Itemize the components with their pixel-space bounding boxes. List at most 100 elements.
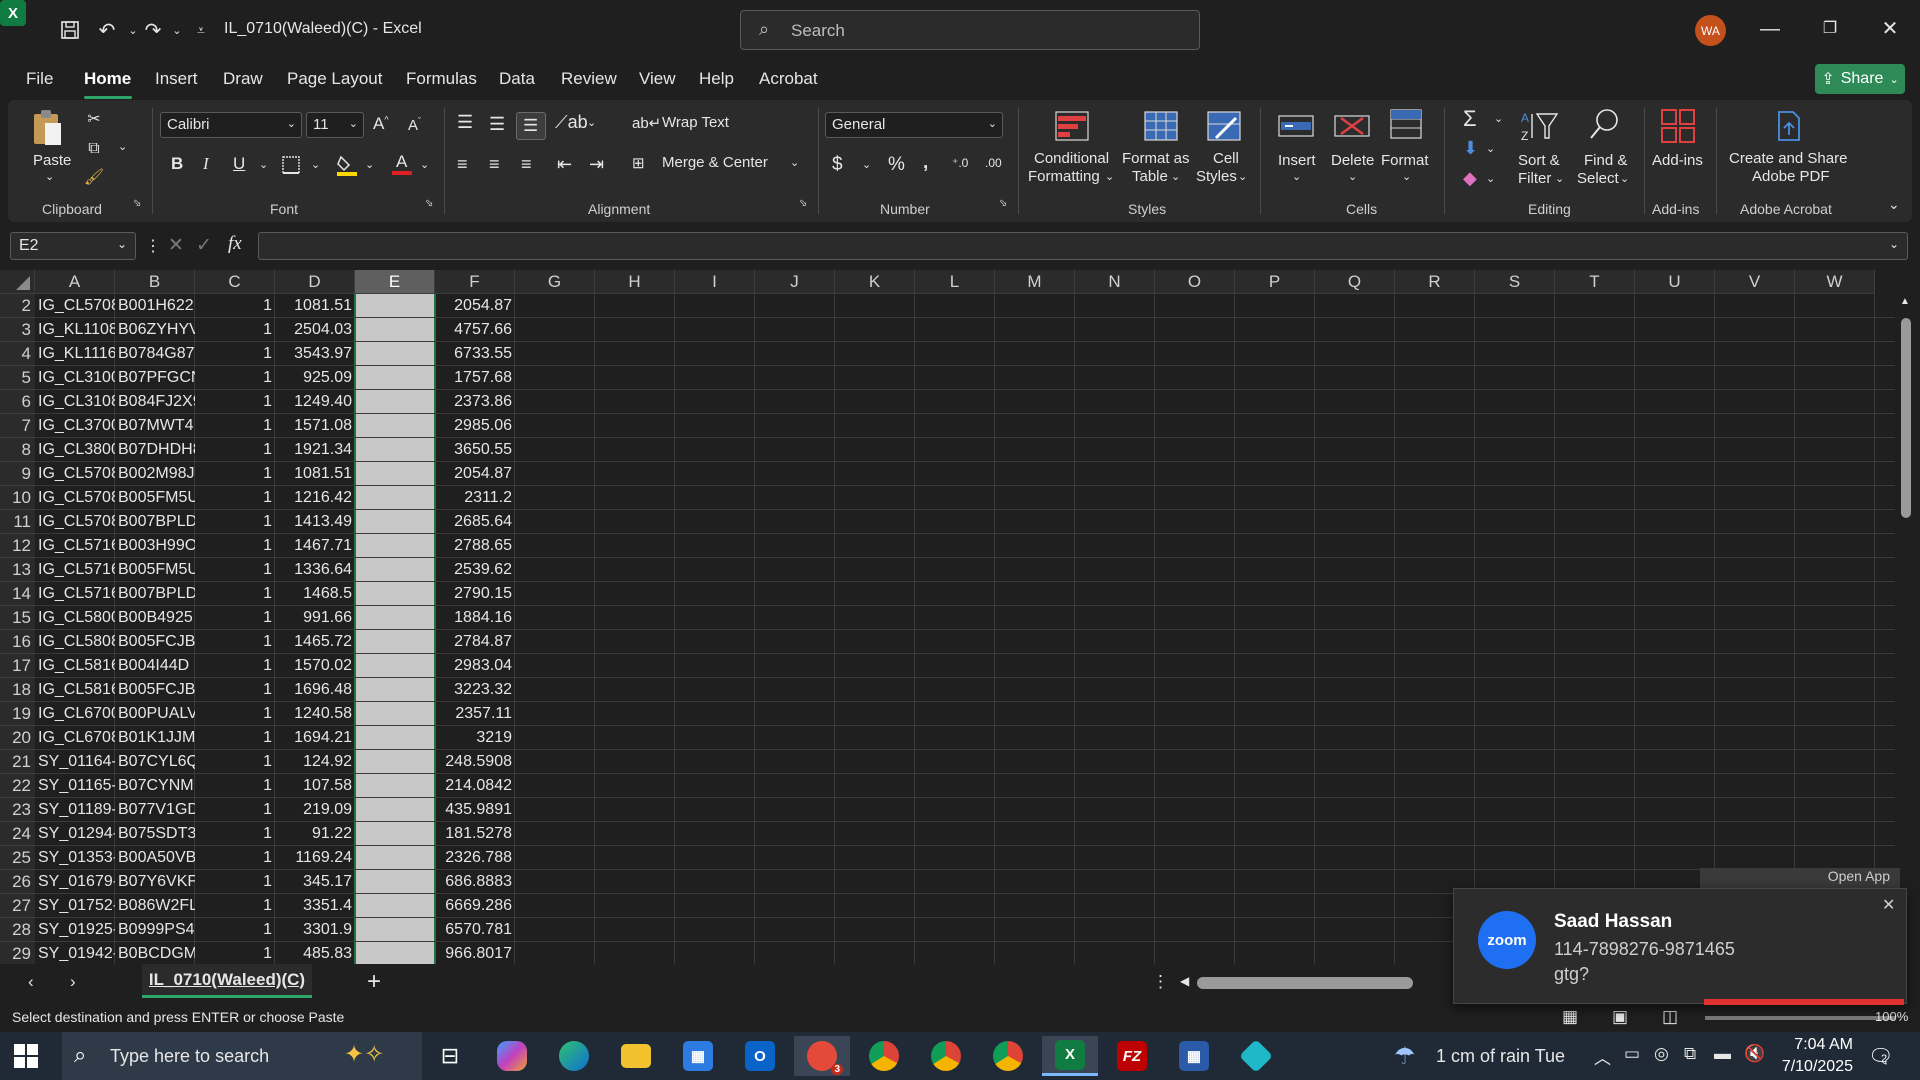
chrome-profile-3-icon[interactable] [980,1036,1036,1076]
meet-now-icon[interactable]: ◎ [1654,1044,1669,1064]
cell-d[interactable]: 1216.42 [275,486,355,510]
cell-a[interactable]: IG_CL6708 [35,726,115,750]
excel-taskbar-icon[interactable]: X [1042,1036,1098,1076]
cell-c[interactable]: 1 [195,774,275,798]
row-header[interactable]: 29 [0,942,35,964]
cell-a[interactable]: IG_CL5716 [35,534,115,558]
align-top-icon[interactable]: ☰ [457,112,473,133]
cell-a[interactable]: SY_01942- [35,942,115,964]
cell-d[interactable]: 1336.64 [275,558,355,582]
orientation-dropdown-icon[interactable]: ⌄ [587,116,596,129]
next-sheet-icon[interactable]: › [70,972,76,992]
cell-f[interactable]: 2784.87 [435,630,515,654]
volume-muted-icon[interactable]: 🔇 [1744,1044,1765,1064]
font-color-icon[interactable]: A [390,150,414,178]
cell-c[interactable]: 1 [195,918,275,942]
cell-d[interactable]: 1249.40 [275,390,355,414]
row-header[interactable]: 5 [0,366,35,390]
paste-dropdown-icon[interactable]: ⌄ [45,170,54,183]
cell-a[interactable]: IG_CL3108 [35,390,115,414]
cell-b[interactable]: B07MWT4 [115,414,195,438]
column-header-p[interactable]: P [1235,270,1315,294]
cell-c[interactable]: 1 [195,390,275,414]
column-header-u[interactable]: U [1635,270,1715,294]
clock-time[interactable]: 7:04 AM [1783,1036,1853,1054]
cell-f[interactable]: 3223.32 [435,678,515,702]
customize-toolbar-icon[interactable]: ⩡ [186,15,216,45]
cell-f[interactable]: 2539.62 [435,558,515,582]
row-header[interactable]: 14 [0,582,35,606]
chevron-up-icon[interactable]: ︿ [1594,1044,1611,1069]
user-avatar[interactable]: WA [1695,15,1726,46]
cell-a[interactable]: IG_CL5816 [35,678,115,702]
cell-f[interactable]: 2788.65 [435,534,515,558]
minimize-icon[interactable]: — [1750,14,1790,44]
cell-a[interactable]: IG_CL5816 [35,654,115,678]
cell-b[interactable]: B004I44D [115,654,195,678]
file-explorer-icon[interactable] [608,1036,664,1076]
cell-b[interactable]: B0784G87 [115,342,195,366]
cell-c[interactable]: 1 [195,414,275,438]
sort-filter-label[interactable]: Sort & [1518,152,1560,169]
adobe-pdf-icon[interactable] [1770,108,1806,144]
formula-input[interactable]: ⌄ [258,232,1908,260]
comma-style-icon[interactable]: , [923,152,928,174]
font-color-dropdown-icon[interactable]: ⌄ [420,158,429,171]
vertical-scroll-thumb[interactable] [1901,318,1911,518]
cell-f[interactable]: 1757.68 [435,366,515,390]
page-layout-view-icon[interactable]: ▣ [1612,1007,1628,1027]
open-app-label[interactable]: Open App [1700,868,1900,888]
cell-d[interactable]: 1467.71 [275,534,355,558]
cell-styles-icon[interactable] [1204,108,1244,144]
autosum-icon[interactable]: Σ [1463,106,1477,132]
underline-dropdown-icon[interactable]: ⌄ [259,158,268,171]
more-options-icon[interactable]: ⋮ [145,236,161,256]
zoom-notification[interactable]: zoom Saad Hassan 114-7898276-9871465 gtg… [1453,888,1907,1005]
cell-a[interactable]: SY_01925- [35,918,115,942]
share-button[interactable]: ⇪ Share ⌄ [1815,64,1905,94]
decrease-font-icon[interactable]: Aˇ [408,116,421,134]
app-diamond-icon[interactable] [1228,1036,1284,1076]
row-header[interactable]: 25 [0,846,35,870]
worksheet-grid[interactable]: ABCDEFGHIJKLMNOPQRSTUVW 2 IG_CL5708 B001H6… [0,270,1920,964]
column-header-i[interactable]: I [675,270,755,294]
row-header[interactable]: 4 [0,342,35,366]
sheet-tab[interactable]: IL_0710(Waleed)(C) [142,964,312,998]
windows-start-icon[interactable] [14,1044,38,1073]
increase-font-icon[interactable]: A^ [373,114,389,134]
insert-cells-icon[interactable] [1276,108,1316,144]
cell-d[interactable]: 1694.21 [275,726,355,750]
copy-dropdown-icon[interactable]: ⌄ [118,140,127,153]
task-view-icon[interactable]: ⊟ [422,1036,478,1076]
create-pdf-label[interactable]: Create and Share [1729,150,1847,167]
cell-c[interactable]: 1 [195,870,275,894]
cell-f[interactable]: 966.8017 [435,942,515,964]
cell-f[interactable]: 214.0842 [435,774,515,798]
cell-a[interactable]: SY_01679- [35,870,115,894]
increase-indent-icon[interactable]: ⇥ [589,154,604,175]
align-left-icon[interactable]: ≡ [457,154,468,175]
add-sheet-button[interactable]: + [367,968,381,996]
expand-formula-icon[interactable]: ⌄ [1889,237,1899,251]
cell-d[interactable]: 219.09 [275,798,355,822]
cell-f[interactable]: 2985.06 [435,414,515,438]
fill-icon[interactable]: ⬇ [1463,138,1478,159]
align-bottom-button[interactable]: ☰ [516,112,546,140]
scroll-up-icon[interactable]: ▲ [1900,296,1910,307]
tab-review[interactable]: Review [561,69,617,89]
tab-home[interactable]: Home [84,69,131,89]
conditional-formatting-label[interactable]: Conditional [1034,150,1109,167]
column-header-k[interactable]: K [835,270,915,294]
cell-b[interactable]: B003H99O [115,534,195,558]
cell-a[interactable]: IG_CL5800 [35,606,115,630]
cell-f[interactable]: 3650.55 [435,438,515,462]
save-icon[interactable] [55,15,85,45]
cell-c[interactable]: 1 [195,534,275,558]
cell-c[interactable]: 1 [195,510,275,534]
chrome-icon[interactable] [856,1036,912,1076]
cell-a[interactable]: IG_CL5708 [35,486,115,510]
clear-dropdown-icon[interactable]: ⌄ [1486,172,1495,185]
column-header-f[interactable]: F [435,270,515,294]
tab-file[interactable]: File [26,69,53,89]
currency-icon[interactable]: $ [832,154,843,176]
